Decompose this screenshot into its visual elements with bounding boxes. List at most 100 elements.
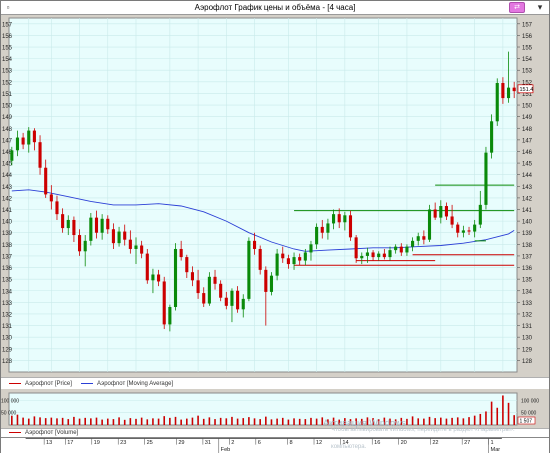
y-tick-label-right: 148 [522, 127, 533, 133]
y-tick-label-left: 144 [2, 173, 13, 179]
date-axis[interactable]: 13 17 19 23 25 29 31 2 6 8 12 14 16 20 22 27 1Feb Mar [1, 437, 549, 453]
candle-bull [506, 87, 511, 99]
y-tick-label-left: 136 [2, 266, 13, 272]
candle-bear [185, 257, 189, 273]
volume-chart[interactable]: 100 000 100 00050 000 50 0001 507 [1, 391, 549, 427]
candle-bear [162, 281, 166, 325]
legend-price: Аэрофлот [Price] [9, 380, 72, 388]
volume-bar [50, 417, 53, 425]
y-tick-label-left: 143 [2, 185, 13, 191]
volume-bar [513, 415, 515, 425]
volume-bar [259, 419, 261, 425]
candle-bear [286, 258, 290, 265]
volume-bar [304, 419, 307, 425]
date-tick-label: 23 [120, 440, 126, 446]
volume-bar [129, 418, 132, 425]
volume-bar [90, 418, 92, 425]
legend-price-label: Аэрофлот [Price] [25, 381, 72, 387]
volume-bar [298, 418, 301, 425]
candle-bear [501, 82, 505, 99]
date-tick-label: 19 [94, 440, 100, 446]
candle-bear [281, 253, 285, 259]
volume-bar [33, 416, 36, 425]
legend-volume-label: Аэрофлот [Volume] [25, 430, 79, 436]
candle-bull [388, 250, 392, 258]
candle-bear [94, 217, 99, 233]
y-tick-label-left: 153 [2, 69, 13, 75]
volume-bar [287, 419, 290, 425]
candle-bear [450, 216, 454, 225]
month-label: Feb [221, 447, 231, 453]
candle-bear [49, 194, 53, 202]
y-tick-label-left: 132 [2, 312, 13, 318]
y-tick-label-right: 129 [522, 347, 533, 353]
y-tick-label-right: 138 [522, 243, 533, 249]
y-tick-label-right: 150 [522, 104, 533, 110]
volume-bar [225, 418, 228, 425]
candle-bull [411, 240, 415, 247]
close-icon[interactable]: ▾ [534, 1, 546, 14]
title-bar[interactable]: ▫ Аэрофлот График цены и объёма - [4 час… [1, 1, 549, 15]
volume-bar [11, 415, 13, 425]
y-tick-label-right: 133 [522, 301, 533, 307]
volume-bar [73, 416, 75, 425]
candle-bear [202, 293, 206, 304]
candle-bear [456, 224, 460, 233]
y-tick-label-right: 137 [522, 254, 533, 260]
candle-bear [38, 142, 42, 168]
y-tick-label-left: 129 [2, 347, 13, 353]
y-tick-label-left: 141 [2, 208, 13, 214]
candle-bull [360, 255, 364, 259]
watermark-line1: Активация Windows [323, 418, 406, 428]
volume-bar [231, 416, 233, 425]
price-chart[interactable]: 128 128 129 129 130 130 131 131 132 132 133 133 134 1… [1, 16, 549, 376]
volume-bar [174, 416, 177, 425]
volume-tick-left: 50 000 [1, 411, 17, 417]
candle-bear [422, 236, 426, 240]
candle-bull [365, 252, 369, 256]
candle-bull [207, 276, 211, 304]
volume-bar [315, 418, 318, 425]
candle-bear [252, 240, 257, 249]
volume-bar [242, 418, 245, 425]
candle-bear [111, 229, 115, 244]
candle-bull [343, 215, 347, 223]
legend-ma: Аэрофлот [Moving Average] [81, 380, 173, 388]
y-tick-label-right: 153 [522, 69, 533, 75]
date-tick-label: 13 [46, 440, 52, 446]
candle-bull [332, 214, 336, 224]
y-tick-label-right: 142 [522, 196, 533, 202]
volume-bar [112, 419, 115, 425]
volume-bar [219, 417, 222, 425]
candle-bull [151, 274, 155, 281]
volume-bar [180, 419, 182, 425]
volume-bar [236, 418, 239, 425]
pin-icon[interactable]: ⇄ [509, 2, 525, 13]
y-tick-label-right: 132 [522, 312, 533, 318]
volume-bar [440, 417, 442, 425]
volume-bar [106, 418, 109, 425]
y-tick-label-right: 134 [522, 289, 533, 295]
volume-bar [84, 417, 86, 425]
y-tick-label-left: 133 [2, 301, 13, 307]
candle-bull [484, 152, 488, 205]
y-tick-label-left: 152 [2, 80, 13, 86]
candle-bear [264, 269, 268, 292]
y-tick-label-left: 140 [2, 220, 13, 226]
volume-bar [186, 418, 188, 425]
candle-bear [61, 214, 65, 229]
y-tick-label-left: 156 [2, 34, 13, 40]
date-tick-label: 22 [432, 440, 438, 446]
volume-tick-right: 50 000 [521, 411, 537, 417]
y-tick-label-right: 155 [522, 46, 533, 52]
candle-bear [512, 87, 516, 92]
date-tick-label: 31 [205, 440, 211, 446]
volume-bar [78, 418, 81, 425]
candle-bull [405, 246, 409, 253]
y-tick-label-right: 144 [522, 173, 533, 179]
candle-bull [15, 137, 20, 151]
candle-bear [371, 252, 375, 258]
volume-legend: Аэрофлот [Volume] Чтобы активировать Win… [1, 427, 549, 437]
date-tick-label: 1 [491, 440, 494, 446]
y-tick-label-left: 137 [2, 254, 13, 260]
